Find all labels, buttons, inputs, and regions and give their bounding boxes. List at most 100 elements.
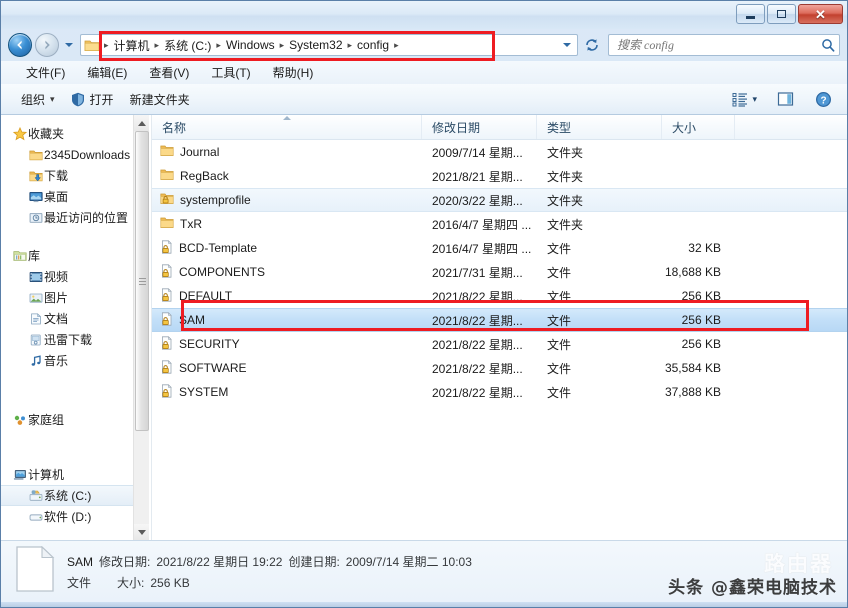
menu-help[interactable]: 帮助(H) <box>262 62 325 83</box>
organize-button[interactable]: 组织 ▾ <box>13 87 63 112</box>
minimize-button[interactable] <box>736 4 765 24</box>
file-rows[interactable]: Journal 2009/7/14 星期... 文件夹 RegBack 2021… <box>152 140 847 540</box>
sidebar-item-thunder-download[interactable]: 迅雷下载 <box>1 329 149 350</box>
help-button[interactable]: ? <box>810 88 837 111</box>
sidebar-item-system-c[interactable]: 系统 (C:) <box>1 485 149 506</box>
new-folder-label: 新建文件夹 <box>129 92 190 107</box>
open-label: 打开 <box>89 92 114 107</box>
sidebar-group-favorites-header[interactable]: 收藏夹 <box>1 123 149 144</box>
breadcrumb-separator[interactable]: ▸ <box>391 40 402 50</box>
column-type[interactable]: 类型 <box>537 115 662 139</box>
folder-icon <box>27 149 44 161</box>
locked-file-icon <box>160 263 173 281</box>
column-name-label: 名称 <box>162 120 187 135</box>
sidebar-item-pictures[interactable]: 图片 <box>1 287 149 308</box>
sidebar-item-recent-places[interactable]: 最近访问的位置 <box>1 207 149 228</box>
menu-tools[interactable]: 工具(T) <box>200 62 261 83</box>
chevron-up-icon <box>138 120 146 126</box>
details-type-value: 文件 <box>67 575 92 590</box>
search-input[interactable] <box>617 37 821 53</box>
sidebar-item-recent-places-label: 最近访问的位置 <box>44 211 129 225</box>
table-row[interactable]: RegBack 2021/8/21 星期... 文件夹 <box>152 164 847 188</box>
table-row[interactable]: TxR 2016/4/7 星期四 ... 文件夹 <box>152 212 847 236</box>
table-row[interactable]: SOFTWARE 2021/8/22 星期... 文件 35,584 KB <box>152 356 847 380</box>
close-button[interactable]: ✕ <box>798 4 843 24</box>
breadcrumb-item-system32[interactable]: System32 <box>287 37 344 53</box>
locked-file-icon <box>160 311 173 329</box>
library-icon <box>11 250 28 262</box>
sidebar-item-thunder-download-label: 迅雷下载 <box>44 333 93 347</box>
file-date: 2021/8/21 星期... <box>432 169 523 184</box>
back-button[interactable] <box>8 33 32 57</box>
preview-pane-button[interactable] <box>772 88 800 110</box>
address-dropdown-button[interactable] <box>559 43 575 47</box>
window-bottom-edge <box>1 602 847 607</box>
breadcrumb-item-config[interactable]: config <box>355 37 391 53</box>
refresh-button[interactable] <box>581 37 603 53</box>
scroll-down-button[interactable] <box>134 524 149 540</box>
open-button[interactable]: 打开 <box>63 87 122 112</box>
arrow-right-icon <box>45 40 50 50</box>
sidebar-item-2345downloads[interactable]: 2345Downloads <box>1 144 149 165</box>
table-row[interactable]: systemprofile 2020/3/22 星期... 文件夹 <box>152 188 847 212</box>
table-row[interactable]: SECURITY 2021/8/22 星期... 文件 256 KB <box>152 332 847 356</box>
sidebar-item-videos[interactable]: 视频 <box>1 266 149 287</box>
sidebar-item-software-d[interactable]: 软件 (D:) <box>1 506 149 527</box>
file-name: RegBack <box>180 169 229 183</box>
address-bar[interactable]: ▸ 计算机 ▸ 系统 (C:) ▸ Windows ▸ System32 ▸ c… <box>80 34 578 56</box>
sidebar-group-homegroup-header[interactable]: 家庭组 <box>1 409 149 430</box>
sidebar-group-libraries-label: 库 <box>28 249 41 263</box>
breadcrumb-separator[interactable]: ▸ <box>345 40 356 50</box>
details-file-name: SAM <box>67 554 94 569</box>
forward-button[interactable] <box>35 33 59 57</box>
file-size: 37,888 KB <box>664 385 721 399</box>
column-size[interactable]: 大小 <box>662 115 735 139</box>
scrollbar-thumb[interactable] <box>135 131 149 431</box>
column-date-modified[interactable]: 修改日期 <box>422 115 537 139</box>
sidebar-item-desktop[interactable]: 桌面 <box>1 186 149 207</box>
sidebar-item-music[interactable]: 音乐 <box>1 350 149 371</box>
scroll-up-button[interactable] <box>134 115 149 131</box>
file-date: 2009/7/14 星期... <box>432 145 523 160</box>
sidebar-item-downloads[interactable]: 下载 <box>1 165 149 186</box>
sidebar-group-computer-header[interactable]: 计算机 <box>1 464 149 485</box>
desktop-icon <box>27 191 44 203</box>
help-icon: ? <box>816 91 831 107</box>
sidebar-scrollbar[interactable] <box>133 115 149 540</box>
recent-locations-button[interactable] <box>62 43 75 47</box>
locked-file-icon <box>160 335 173 353</box>
navigation-pane[interactable]: 收藏夹 2345Downloads 下载 桌面 最近访问的位置 库 视频 图片 … <box>1 115 149 540</box>
menu-edit[interactable]: 编辑(E) <box>76 62 138 83</box>
change-view-button[interactable]: ▾ <box>727 89 762 110</box>
sidebar-group-libraries-header[interactable]: 库 <box>1 245 149 266</box>
column-name[interactable]: 名称 <box>152 115 422 139</box>
breadcrumb-item-computer[interactable]: 计算机 <box>112 36 152 55</box>
music-icon <box>27 354 44 367</box>
search-box[interactable] <box>608 34 840 56</box>
download-folder-icon <box>27 170 44 182</box>
table-row[interactable]: COMPONENTS 2021/7/31 星期... 文件 18,688 KB <box>152 260 847 284</box>
details-created-value: 2009/7/14 星期二 10:03 <box>345 554 472 569</box>
details-size-value: 256 KB <box>150 575 190 590</box>
menu-file[interactable]: 文件(F) <box>15 62 76 83</box>
table-row[interactable]: BCD-Template 2016/4/7 星期四 ... 文件 32 KB <box>152 236 847 260</box>
file-name: SOFTWARE <box>179 361 247 375</box>
sidebar-item-documents[interactable]: 文档 <box>1 308 149 329</box>
watermark: 头条 @鑫荣电脑技术 <box>668 578 837 598</box>
breadcrumb-separator[interactable]: ▸ <box>152 40 163 50</box>
file-type: 文件夹 <box>547 193 584 208</box>
breadcrumb-item-windows[interactable]: Windows <box>224 37 277 53</box>
menu-view[interactable]: 查看(V) <box>138 62 200 83</box>
maximize-button[interactable] <box>767 4 796 24</box>
breadcrumb-separator: ▸ <box>104 39 109 50</box>
new-folder-button[interactable]: 新建文件夹 <box>122 87 198 112</box>
breadcrumb-separator[interactable]: ▸ <box>277 40 288 50</box>
breadcrumb-separator[interactable]: ▸ <box>213 40 224 50</box>
table-row[interactable]: SYSTEM 2021/8/22 星期... 文件 37,888 KB <box>152 380 847 404</box>
table-row[interactable]: Journal 2009/7/14 星期... 文件夹 <box>152 140 847 164</box>
file-date: 2021/8/22 星期... <box>432 289 523 304</box>
table-row[interactable]: DEFAULT 2021/8/22 星期... 文件 256 KB <box>152 284 847 308</box>
breadcrumb-item-system-c[interactable]: 系统 (C:) <box>162 36 213 55</box>
file-size: 256 KB <box>681 289 721 303</box>
table-row[interactable]: SAM 2021/8/22 星期... 文件 256 KB <box>152 308 847 332</box>
